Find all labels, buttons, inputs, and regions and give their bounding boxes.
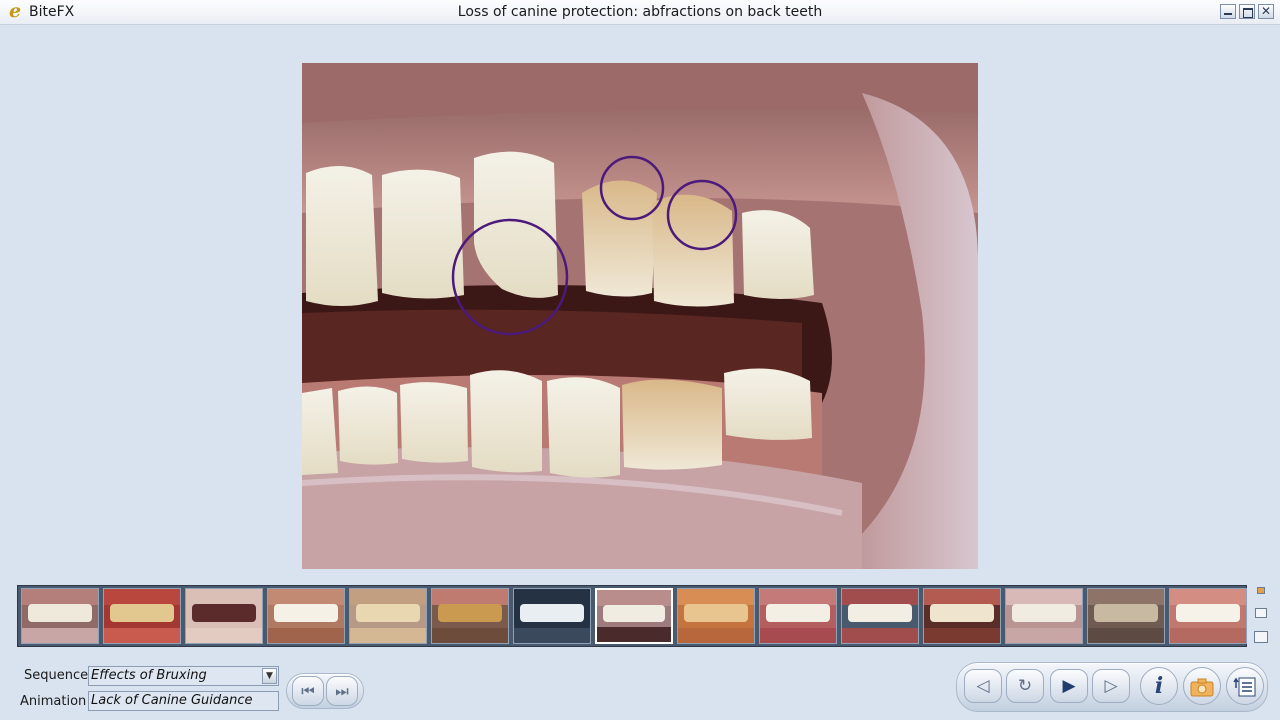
thumbnail-lower xyxy=(678,627,754,643)
info-icon: i xyxy=(1154,673,1164,699)
thumbnail-gum xyxy=(1006,589,1082,606)
thumbnail-teeth xyxy=(192,604,256,623)
thumbnail-teeth xyxy=(356,604,420,623)
thumbnail-lower xyxy=(1006,627,1082,643)
thumb-size-large-button[interactable] xyxy=(1254,631,1268,643)
thumbnail-teeth xyxy=(274,604,338,623)
thumbnail-gum xyxy=(104,589,180,606)
thumbnail-worn-fillings[interactable] xyxy=(431,588,509,644)
previous-step-button[interactable]: ◁ xyxy=(964,669,1002,703)
thumbnail-teeth xyxy=(1094,604,1158,623)
title-bar: e BiteFX Loss of canine protection: abfr… xyxy=(0,0,1280,25)
thumbnail-lower xyxy=(186,627,262,643)
thumbnail-smile-lips[interactable] xyxy=(759,588,837,644)
step-back-icon: ◁ xyxy=(976,676,990,696)
thumbnail-gum xyxy=(924,589,1000,606)
thumbnail-lower xyxy=(22,627,98,643)
thumbnail-gum xyxy=(432,589,508,606)
thumbnail-gum xyxy=(1170,589,1246,606)
thumbnail-gum xyxy=(514,589,590,606)
window-title: Loss of canine protection: abfractions o… xyxy=(457,4,823,20)
thumbnail-front-teeth[interactable] xyxy=(1169,588,1247,644)
thumbnail-teeth-side[interactable] xyxy=(21,588,99,644)
thumbnail-mouth-open[interactable] xyxy=(185,588,263,644)
loop-icon: ↻ xyxy=(1017,676,1033,696)
loop-button[interactable]: ↻ xyxy=(1006,669,1044,703)
thumbnail-strip xyxy=(17,585,1247,647)
thumbnail-teeth xyxy=(110,604,174,623)
thumbnail-gum xyxy=(350,589,426,606)
thumbnail-lower xyxy=(514,627,590,643)
thumbnail-front-bite[interactable] xyxy=(923,588,1001,644)
thumbnail-teeth xyxy=(602,604,666,623)
thumbnail-teeth xyxy=(848,604,912,623)
dental-photo-illustration xyxy=(302,63,978,569)
thumbnail-teeth xyxy=(1176,604,1240,623)
close-button[interactable]: ✕ xyxy=(1258,4,1274,19)
sequence-dropdown[interactable]: Effects of Bruxing ▼ xyxy=(88,666,279,686)
thumbnail-gum xyxy=(678,589,754,606)
next-step-button[interactable]: ▷ xyxy=(1092,669,1130,703)
thumbnail-teeth xyxy=(930,604,994,623)
skip-first-icon: ⏮ xyxy=(301,682,315,700)
thumbnail-size-controls xyxy=(1253,585,1269,647)
thumbnail-lower xyxy=(1088,627,1164,643)
thumbnail-teeth-close[interactable] xyxy=(103,588,181,644)
thumbnail-molar-crown[interactable] xyxy=(349,588,427,644)
thumbnail-lower xyxy=(432,627,508,643)
thumbnail-teeth xyxy=(1012,604,1076,623)
thumbnail-two-arches[interactable] xyxy=(841,588,919,644)
sequence-label: Sequence xyxy=(24,668,89,683)
info-button[interactable]: i xyxy=(1140,667,1178,705)
animation-field[interactable]: Lack of Canine Guidance xyxy=(88,691,279,711)
thumb-size-small-button[interactable] xyxy=(1257,587,1265,594)
screenshot-button[interactable] xyxy=(1183,667,1221,705)
thumbnail-teeth xyxy=(766,604,830,623)
play-button[interactable]: ▶ xyxy=(1050,669,1088,703)
play-icon: ▶ xyxy=(1062,676,1076,696)
thumbnail-lower xyxy=(597,627,671,642)
thumbnail-side-bite[interactable] xyxy=(595,588,673,644)
minimize-button[interactable] xyxy=(1220,4,1236,19)
thumb-size-medium-button[interactable] xyxy=(1255,608,1267,618)
first-animation-button[interactable]: ⏮ xyxy=(292,676,324,706)
thumbnail-lower xyxy=(760,627,836,643)
thumbnail-teeth xyxy=(684,604,748,623)
sequence-value: Effects of Bruxing xyxy=(91,668,207,683)
list-icon xyxy=(1233,677,1256,697)
playlist-button[interactable] xyxy=(1226,667,1264,705)
thumbnail-upper-arch[interactable] xyxy=(1005,588,1083,644)
thumbnail-teeth xyxy=(28,604,92,623)
animation-value: Lack of Canine Guidance xyxy=(91,693,253,708)
thumbnail-occlusal-fillings[interactable] xyxy=(1087,588,1165,644)
thumbnail-gum xyxy=(268,589,344,606)
thumbnail-worn-front[interactable] xyxy=(677,588,755,644)
thumbnail-lower xyxy=(842,627,918,643)
window-controls: ✕ xyxy=(1220,4,1274,19)
thumbnail-gum xyxy=(760,589,836,606)
thumbnail-xray[interactable] xyxy=(513,588,591,644)
thumbnail-lower xyxy=(1170,627,1246,643)
chevron-down-icon[interactable]: ▼ xyxy=(262,668,277,684)
thumbnail-lower xyxy=(104,627,180,643)
thumbnail-gum xyxy=(597,590,671,606)
step-forward-icon: ▷ xyxy=(1104,676,1118,696)
thumbnail-gum xyxy=(1088,589,1164,606)
thumbnail-lower xyxy=(268,627,344,643)
thumbnail-gum xyxy=(22,589,98,606)
thumbnail-lower xyxy=(924,627,1000,643)
thumbnail-smile[interactable] xyxy=(267,588,345,644)
camera-icon xyxy=(1190,678,1214,697)
maximize-button[interactable] xyxy=(1239,4,1255,19)
last-animation-button[interactable]: ⏭ xyxy=(326,676,358,706)
thumbnail-gum xyxy=(842,589,918,606)
thumbnail-teeth xyxy=(520,604,584,623)
thumbnail-gum xyxy=(186,589,262,606)
skip-last-icon: ⏭ xyxy=(335,682,349,700)
thumbnail-lower xyxy=(350,627,426,643)
thumbnail-teeth xyxy=(438,604,502,623)
animation-label: Animation xyxy=(20,694,87,709)
dental-photo xyxy=(302,63,978,569)
